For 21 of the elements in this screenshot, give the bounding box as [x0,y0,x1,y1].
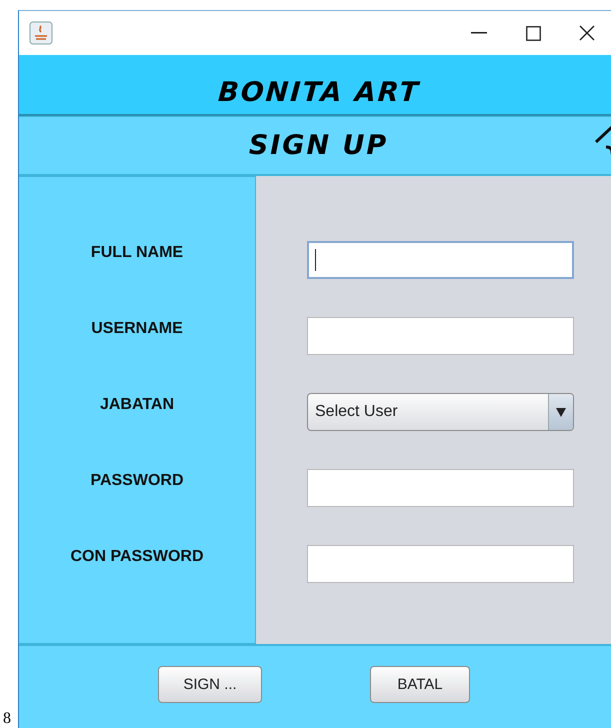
minimize-icon[interactable] [471,32,487,34]
dropdown-arrow-icon [556,408,566,416]
field-label: USERNAME [91,319,183,339]
input-field[interactable] [307,241,574,279]
input-field[interactable] [307,545,574,583]
field-label: FULL NAME [90,243,184,263]
app-title: BONITA ART [216,77,421,110]
field-label: JABATAN [100,395,174,415]
app-icon [29,21,53,45]
action-button[interactable]: SIGN ... [158,666,262,703]
select-dropdown[interactable]: Select User [307,393,574,431]
field-label: PASSWORD [90,471,184,491]
maximize-icon[interactable] [526,26,540,40]
field-label: CON PASSWORD [70,547,204,567]
text-cursor [315,249,316,271]
input-field[interactable] [307,469,574,507]
page-number: 8 [2,711,12,727]
close-icon[interactable] [579,25,595,41]
input-field[interactable] [307,317,574,355]
page-heading: SIGN UP [248,130,388,161]
action-button[interactable]: BATAL [370,666,470,703]
